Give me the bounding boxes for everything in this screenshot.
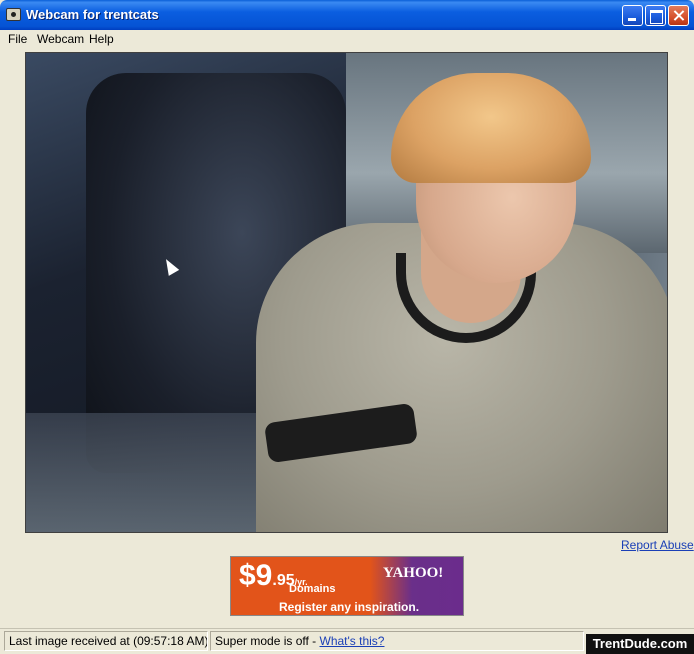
advertisement-banner[interactable]: $9.95/yr. Domains Register any inspirati… xyxy=(230,556,464,616)
menu-webcam[interactable]: Webcam xyxy=(37,32,84,46)
menu-file[interactable]: File xyxy=(8,32,27,46)
report-abuse-link[interactable]: Report Abuse xyxy=(621,538,694,552)
webcam-app-icon[interactable] xyxy=(6,8,21,21)
ad-product: Domains xyxy=(289,583,336,595)
watermark: TrentDude.com xyxy=(586,634,694,654)
whats-this-link[interactable]: What's this? xyxy=(320,634,385,648)
ad-price-main: $9 xyxy=(239,559,273,592)
super-mode-text: Super mode is off - xyxy=(215,634,320,648)
minimize-button[interactable] xyxy=(622,5,643,26)
menu-bar: File Webcam Help xyxy=(0,30,694,48)
maximize-button[interactable] xyxy=(645,5,666,26)
title-bar[interactable]: Webcam for trentcats xyxy=(0,0,694,30)
close-button[interactable] xyxy=(668,5,689,26)
ad-brand-logo: YAHOO! xyxy=(383,565,444,581)
status-last-image: Last image received at (09:57:18 AM) xyxy=(4,631,208,651)
window-title: Webcam for trentcats xyxy=(26,7,159,22)
menu-help[interactable]: Help xyxy=(89,32,114,46)
status-super-mode: Super mode is off - What's this? xyxy=(210,631,584,651)
webcam-video-feed xyxy=(25,52,668,533)
ad-tagline: Register any inspiration. xyxy=(279,600,420,614)
